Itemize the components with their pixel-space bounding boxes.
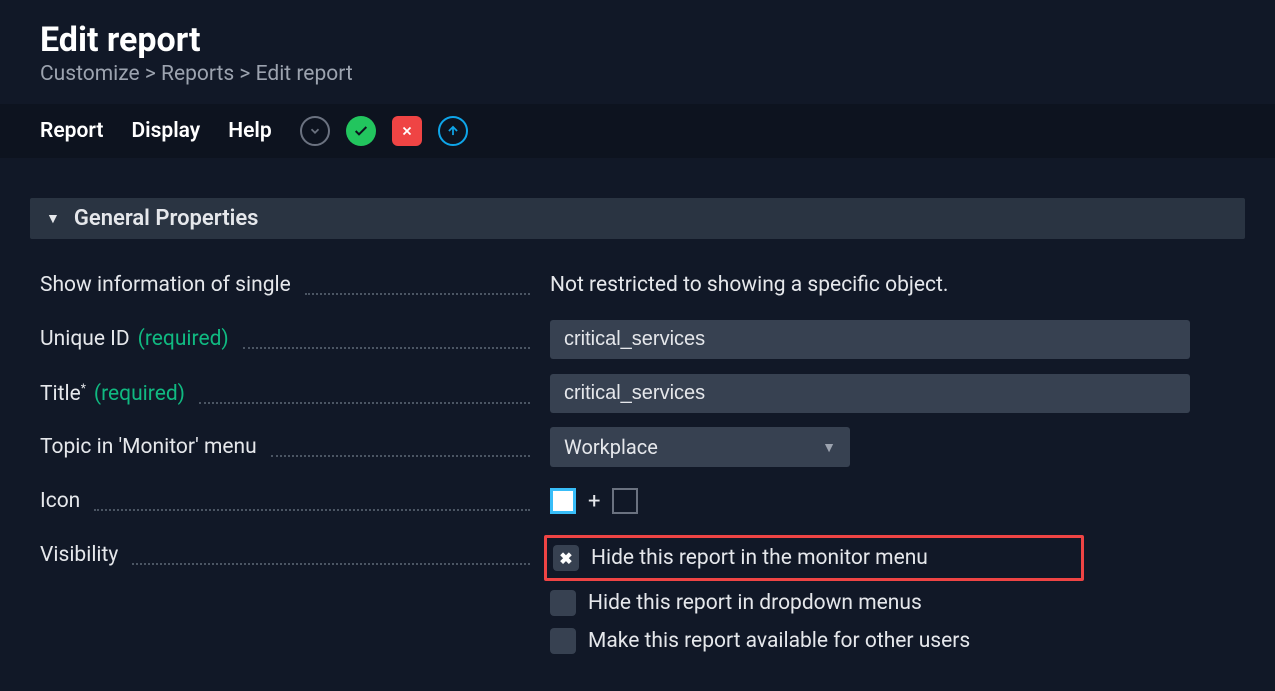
dots-divider	[199, 402, 530, 404]
dots-divider	[271, 455, 530, 457]
chevron-down-icon[interactable]	[300, 116, 330, 146]
unique-id-input[interactable]	[550, 320, 1190, 359]
toolbar: Report Display Help	[0, 104, 1275, 158]
cancel-icon[interactable]	[392, 116, 422, 146]
topic-select[interactable]: Workplace ▼	[550, 427, 850, 467]
menu-help[interactable]: Help	[228, 119, 271, 143]
icon-picker-current[interactable]	[550, 488, 576, 514]
menu-display[interactable]: Display	[131, 119, 200, 143]
checkbox-hide-dropdown[interactable]	[550, 590, 576, 616]
collapse-icon: ▼	[46, 210, 60, 227]
save-icon[interactable]	[346, 116, 376, 146]
show-info-value: Not restricted to showing a specific obj…	[550, 273, 948, 297]
required-badge: (required)	[94, 382, 185, 406]
icon-picker-add[interactable]	[612, 488, 638, 514]
dots-divider	[94, 509, 530, 511]
chevron-down-icon: ▼	[822, 439, 836, 456]
title-input[interactable]	[550, 374, 1190, 413]
dots-divider	[305, 293, 530, 295]
show-info-label: Show information of single	[40, 273, 291, 297]
checkbox-hide-dropdown-label: Hide this report in dropdown menus	[588, 591, 922, 615]
title-label: Title*	[40, 381, 86, 406]
highlight-annotation: Hide this report in the monitor menu	[544, 535, 1084, 581]
breadcrumb[interactable]: Customize > Reports > Edit report	[0, 62, 1275, 104]
page-title: Edit report	[0, 20, 1275, 62]
checkbox-available-others-label: Make this report available for other use…	[588, 629, 970, 653]
menu-report[interactable]: Report	[40, 119, 103, 143]
unique-id-label: Unique ID	[40, 327, 130, 351]
dots-divider	[132, 563, 530, 565]
topic-select-value: Workplace	[564, 435, 658, 459]
panel-header-general[interactable]: ▼ General Properties	[30, 198, 1245, 239]
visibility-label: Visibility	[40, 543, 118, 567]
upload-icon[interactable]	[438, 116, 468, 146]
checkbox-hide-monitor-label: Hide this report in the monitor menu	[591, 546, 928, 570]
panel-title: General Properties	[74, 206, 259, 231]
plus-icon: +	[588, 489, 600, 514]
icon-label: Icon	[40, 489, 80, 513]
checkbox-hide-monitor[interactable]	[553, 545, 579, 571]
checkbox-available-others[interactable]	[550, 628, 576, 654]
topic-label: Topic in 'Monitor' menu	[40, 435, 257, 459]
required-badge: (required)	[138, 327, 229, 351]
dots-divider	[243, 347, 530, 349]
